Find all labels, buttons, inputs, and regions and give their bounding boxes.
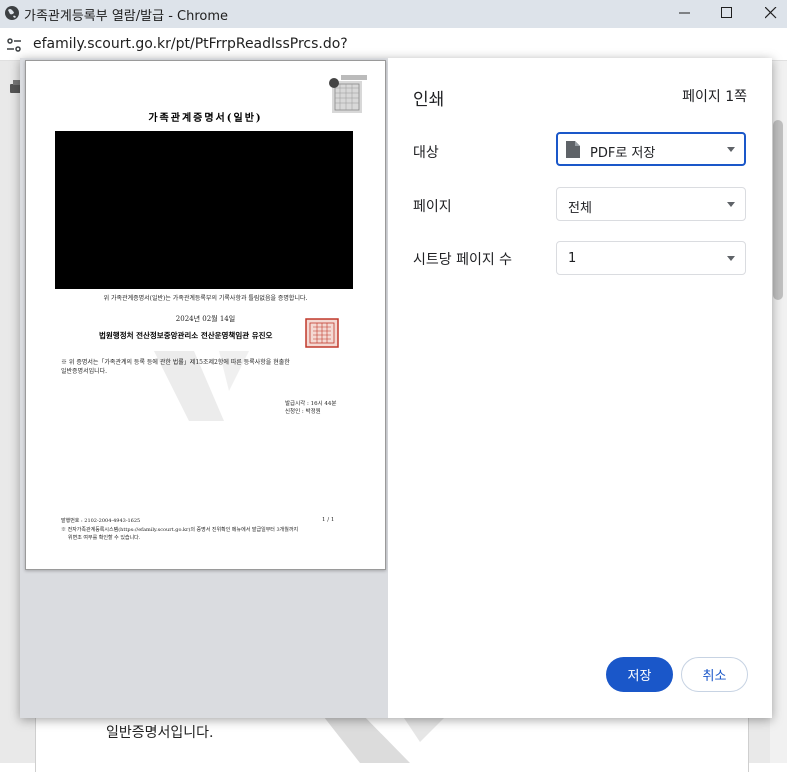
address-bar: efamily.scourt.go.kr/pt/PtFrrpReadIssPrc… — [0, 28, 787, 61]
chevron-down-icon — [727, 256, 735, 261]
issue-number: 발행번호 : 2102-2004-4943-1625 — [61, 518, 141, 524]
legal-note: ※ 위 증명서는「가족관계의 등록 등에 관한 법률」제15조제2항에 따른 등… — [61, 359, 290, 366]
print-preview: 가족관계증명서(일반) 위 가족관계증명서(일반)는 가족관계등록부의 기록사항… — [20, 58, 388, 718]
close-button[interactable] — [748, 0, 787, 28]
window-title: 가족관계등록부 열람/발급 - Chrome — [24, 9, 229, 24]
footer-note: ※ 전자가족관계등록시스템(https://efamily.scourt.go.… — [61, 527, 299, 533]
page-count: 페이지 1쪽 — [682, 89, 747, 105]
destination-value: PDF로 저장 — [590, 146, 656, 161]
scrollbar-thumb[interactable] — [773, 120, 783, 300]
minimize-button[interactable] — [662, 0, 708, 28]
globe-icon — [5, 6, 19, 20]
destination-label: 대상 — [413, 145, 439, 161]
print-dialog: 가족관계증명서(일반) 위 가족관계증명서(일반)는 가족관계등록부의 기록사항… — [20, 58, 772, 718]
applicant: 신청인 : 박정원 — [285, 409, 321, 415]
pages-select[interactable]: 전체 — [556, 187, 746, 221]
title-bar: 가족관계등록부 열람/발급 - Chrome — [0, 0, 787, 28]
official-seal-icon — [305, 318, 339, 348]
pages-per-sheet-select[interactable]: 1 — [556, 241, 746, 275]
footer-note-cont: 위변조 여부를 확인할 수 있습니다. — [68, 535, 141, 541]
certification-text: 위 가족관계증명서(일반)는 가족관계등록부의 기록사항과 틀림없음을 증명합니… — [103, 295, 308, 302]
pages-label: 페이지 — [413, 199, 452, 215]
destination-select[interactable]: PDF로 저장 — [556, 132, 746, 166]
print-settings-panel: 인쇄 페이지 1쪽 대상 PDF로 저장 페이지 전체 시트당 페이지 수 1 … — [388, 58, 772, 718]
cancel-button[interactable]: 취소 — [681, 657, 748, 692]
legal-note-cont: 일반증명서입니다. — [61, 368, 108, 375]
minimize-icon — [679, 12, 690, 14]
pages-per-sheet-label: 시트당 페이지 수 — [413, 252, 513, 268]
preview-page: 가족관계증명서(일반) 위 가족관계증명서(일반)는 가족관계등록부의 기록사항… — [25, 60, 386, 570]
dialog-title: 인쇄 — [413, 90, 445, 110]
close-icon — [765, 7, 777, 19]
url-text[interactable]: efamily.scourt.go.kr/pt/PtFrrpReadIssPrc… — [33, 36, 348, 52]
watermark-figure — [320, 712, 450, 763]
pages-per-sheet-value: 1 — [568, 251, 577, 266]
maximize-button[interactable] — [704, 0, 750, 28]
maximize-icon — [721, 7, 732, 18]
page-number: 1 / 1 — [322, 517, 335, 523]
issue-time: 발급시각 : 16시 44분 — [285, 401, 337, 407]
save-button[interactable]: 저장 — [606, 657, 673, 692]
file-icon — [566, 141, 580, 158]
redacted-block — [55, 131, 353, 289]
background-text: 일반증명서입니다. — [106, 725, 214, 741]
chevron-down-icon — [727, 202, 735, 207]
chevron-down-icon — [727, 147, 735, 152]
site-info-icon[interactable] — [6, 37, 22, 53]
pages-value: 전체 — [568, 201, 592, 216]
document-title: 가족관계증명서(일반) — [148, 113, 263, 124]
issuer-name: 법원행정처 전산정보중앙관리소 전산운영책임관 유진오 — [99, 331, 273, 340]
